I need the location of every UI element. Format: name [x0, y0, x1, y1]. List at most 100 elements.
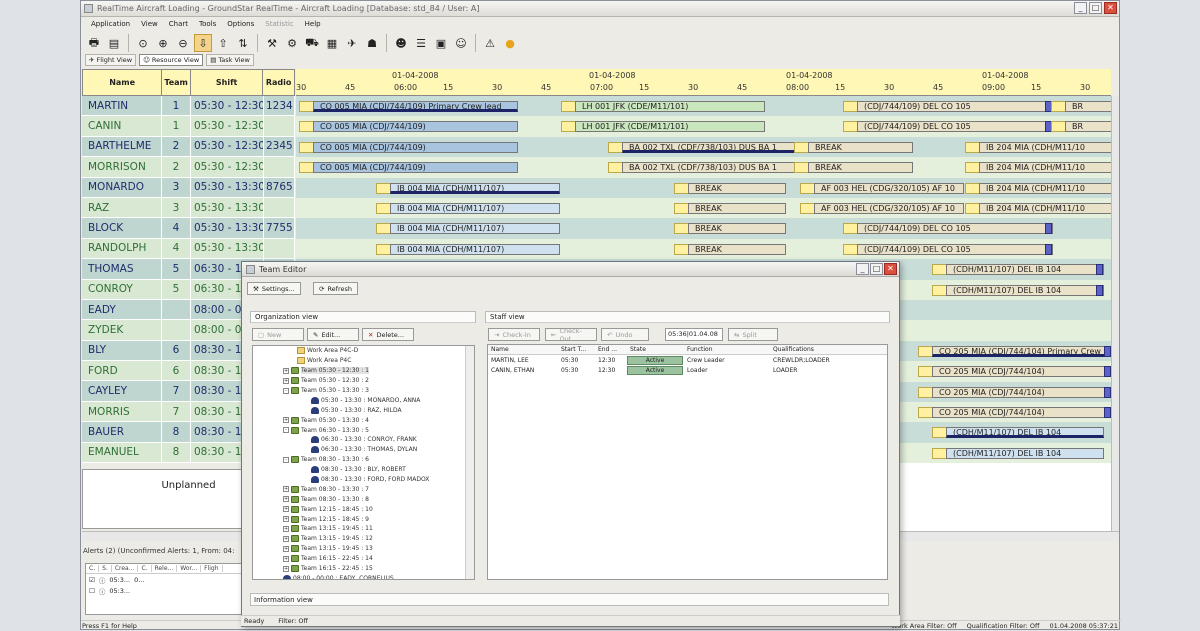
pre-task-marker[interactable]	[932, 264, 947, 276]
task-bar[interactable]: (CDJ/744/109) DEL CO 105	[857, 121, 1053, 133]
expand-icon[interactable]: +	[283, 496, 289, 503]
task-bar[interactable]: CO 205 MIA (CDJ/744/104)	[932, 386, 1111, 398]
task-bar[interactable]: (CDJ/744/109) DEL CO 105	[857, 223, 1053, 235]
checkbox[interactable]: ☐	[89, 587, 95, 595]
team-list-icon[interactable]: ☰	[412, 34, 430, 52]
tree-item[interactable]: + Team 08:30 - 13:30 : 7	[253, 484, 474, 494]
settings-button[interactable]: ⚒ Settings...	[247, 282, 301, 295]
loader-assign-icon[interactable]: ⇩	[194, 34, 212, 52]
task-bar[interactable]: (CDH/M11/107) DEL IB 104	[946, 447, 1104, 459]
task-bar[interactable]: CO 005 MIA (CDJ/744/109) Primary Crew le…	[313, 101, 518, 112]
tree-item[interactable]: + Team 05:30 - 13:30 : 4	[253, 415, 474, 425]
menu-help[interactable]: Help	[305, 20, 321, 28]
task-bar[interactable]: CO 205 MIA (CDJ/744/104)	[932, 407, 1111, 418]
task-bar[interactable]: (CDJ/744/109) DEL CO 105	[857, 101, 1053, 112]
expand-icon[interactable]: +	[283, 417, 289, 424]
expand-icon[interactable]: +	[283, 486, 289, 493]
tools-icon[interactable]: ⚒	[263, 34, 281, 52]
alert-row[interactable]: ☐ ⓘ 05:3...	[86, 585, 244, 596]
expand-icon[interactable]: +	[283, 565, 289, 572]
alert-column-header[interactable]: Rele...	[152, 565, 178, 572]
alert-column-header[interactable]: Crea...	[112, 565, 139, 572]
loader-unassign-icon[interactable]: ⇧	[214, 34, 232, 52]
edit-button[interactable]: ✎ Edit...	[307, 328, 359, 341]
task-bar[interactable]: IB 004 MIA (CDH/M11/107)	[390, 243, 560, 255]
warning-icon[interactable]: ⚠	[481, 34, 499, 52]
task-bar[interactable]: CO 205 MIA (CDJ/744/104) Primary Crew l	[932, 345, 1111, 357]
col-shift[interactable]: Shift	[191, 70, 264, 95]
maximize-button[interactable]: □	[1089, 2, 1102, 14]
menu-chart[interactable]: Chart	[169, 20, 188, 28]
task-bar[interactable]: CO 005 MIA (CDJ/744/109)	[313, 162, 518, 174]
tree-item[interactable]: - Team 05:30 - 13:30 : 3	[253, 386, 474, 396]
task-bar[interactable]: LH 001 JFK (CDE/M11/101)	[575, 121, 765, 133]
menu-view[interactable]: View	[141, 20, 158, 28]
alert-column-header[interactable]: C.	[138, 565, 152, 572]
pre-task-marker[interactable]	[674, 203, 689, 214]
resource-row[interactable]: MARTIN 1 05:30 - 12:30 1234	[82, 96, 295, 117]
resource-row[interactable]: MORRISON 2 05:30 - 12:30	[82, 157, 295, 178]
tree-item[interactable]: 05:30 - 13:30 : RAZ, HILDA	[253, 405, 474, 415]
collapse-icon[interactable]: -	[283, 427, 289, 434]
staff-column-header[interactable]: State	[627, 346, 684, 353]
pre-task-marker[interactable]	[965, 182, 980, 194]
zoom-100-icon[interactable]: ⊙	[134, 34, 152, 52]
pre-task-marker[interactable]	[376, 223, 391, 235]
task-bar[interactable]: IB 204 MIA (CDH/M11/10	[979, 162, 1111, 174]
tree-item[interactable]: + Team 13:15 - 19:45 : 11	[253, 524, 474, 534]
staff-icon[interactable]: ☺	[452, 34, 470, 52]
pre-task-marker[interactable]	[794, 141, 809, 153]
pre-task-marker[interactable]	[1051, 101, 1066, 112]
undo-button[interactable]: ↶ Undo	[601, 328, 649, 341]
task-bar[interactable]: BA 002 TXL (CDF/738/103) DUS BA 1	[622, 162, 804, 174]
loader-swap-icon[interactable]: ⇅	[234, 34, 252, 52]
tree-item[interactable]: Work Area P4C	[253, 356, 474, 366]
status-light-icon[interactable]: ●	[501, 34, 519, 52]
flight-icon[interactable]: ✈	[343, 34, 361, 52]
dialog-maximize-button[interactable]: □	[870, 263, 883, 275]
staff-column-header[interactable]: Qualifications	[770, 346, 880, 353]
pre-task-marker[interactable]	[794, 162, 809, 174]
expand-icon[interactable]: +	[283, 506, 289, 513]
task-bar[interactable]: BREAK	[688, 203, 786, 214]
alert-column-header[interactable]: Fligh	[201, 565, 223, 572]
zoom-in-icon[interactable]: ⊕	[154, 34, 172, 52]
col-team[interactable]: Team	[162, 70, 191, 95]
resource-row[interactable]: BLOCK 4 05:30 - 13:30 7755	[82, 218, 295, 239]
print-preview-icon[interactable]: ▤	[105, 34, 123, 52]
table-icon[interactable]: ▦	[323, 34, 341, 52]
tree-item[interactable]: + Team 13:15 - 19:45 : 13	[253, 544, 474, 554]
tree-item[interactable]: + Team 16:15 - 22:45 : 14	[253, 554, 474, 564]
resource-row[interactable]: RANDOLPH 4 05:30 - 13:30	[82, 238, 295, 260]
expand-icon[interactable]: +	[283, 535, 289, 542]
tree-item[interactable]: 08:30 - 13:30 : BLY, ROBERT	[253, 465, 474, 475]
pre-task-marker[interactable]	[843, 101, 858, 112]
menu-application[interactable]: Application	[91, 20, 130, 28]
pre-task-marker[interactable]	[918, 345, 933, 357]
task-bar[interactable]: BR	[1065, 101, 1111, 112]
pre-task-marker[interactable]	[299, 101, 314, 112]
dialog-minimize-button[interactable]: _	[856, 263, 869, 275]
refresh-button[interactable]: ⟳ Refresh	[313, 282, 358, 295]
team-icon[interactable]: ☻	[392, 34, 410, 52]
pre-task-marker[interactable]	[965, 141, 980, 153]
checkbox-checked[interactable]: ☑	[89, 576, 95, 584]
task-bar[interactable]: (CDJ/744/109) DEL CO 105	[857, 243, 1053, 255]
pre-task-marker[interactable]	[561, 101, 576, 112]
pre-task-marker[interactable]	[918, 407, 933, 418]
task-bar[interactable]: AF 003 HEL (CDG/320/105) AF 10	[814, 203, 964, 214]
print-icon[interactable]: 🖶	[85, 34, 103, 52]
pre-task-marker[interactable]	[843, 223, 858, 235]
task-bar[interactable]: IB 204 MIA (CDH/M11/10	[979, 182, 1111, 194]
resource-view-tab[interactable]: ☺ Resource View	[139, 54, 204, 66]
check-in-button[interactable]: ⇥ Check-In	[488, 328, 540, 341]
zoom-out-icon[interactable]: ⊖	[174, 34, 192, 52]
pre-task-marker[interactable]	[918, 386, 933, 398]
minimize-button[interactable]: _	[1074, 2, 1087, 14]
task-bar[interactable]: IB 204 MIA (CDH/M11/10	[979, 141, 1111, 153]
task-bar[interactable]: CO 205 MIA (CDJ/744/104)	[932, 366, 1111, 378]
task-bar[interactable]: IB 004 MIA (CDH/M11/107)	[390, 223, 560, 235]
screen-icon[interactable]: ▣	[432, 34, 450, 52]
task-bar[interactable]: AF 003 HEL (CDG/320/105) AF 10	[814, 182, 964, 194]
tree-item[interactable]: + Team 12:15 - 18:45 : 9	[253, 514, 474, 524]
